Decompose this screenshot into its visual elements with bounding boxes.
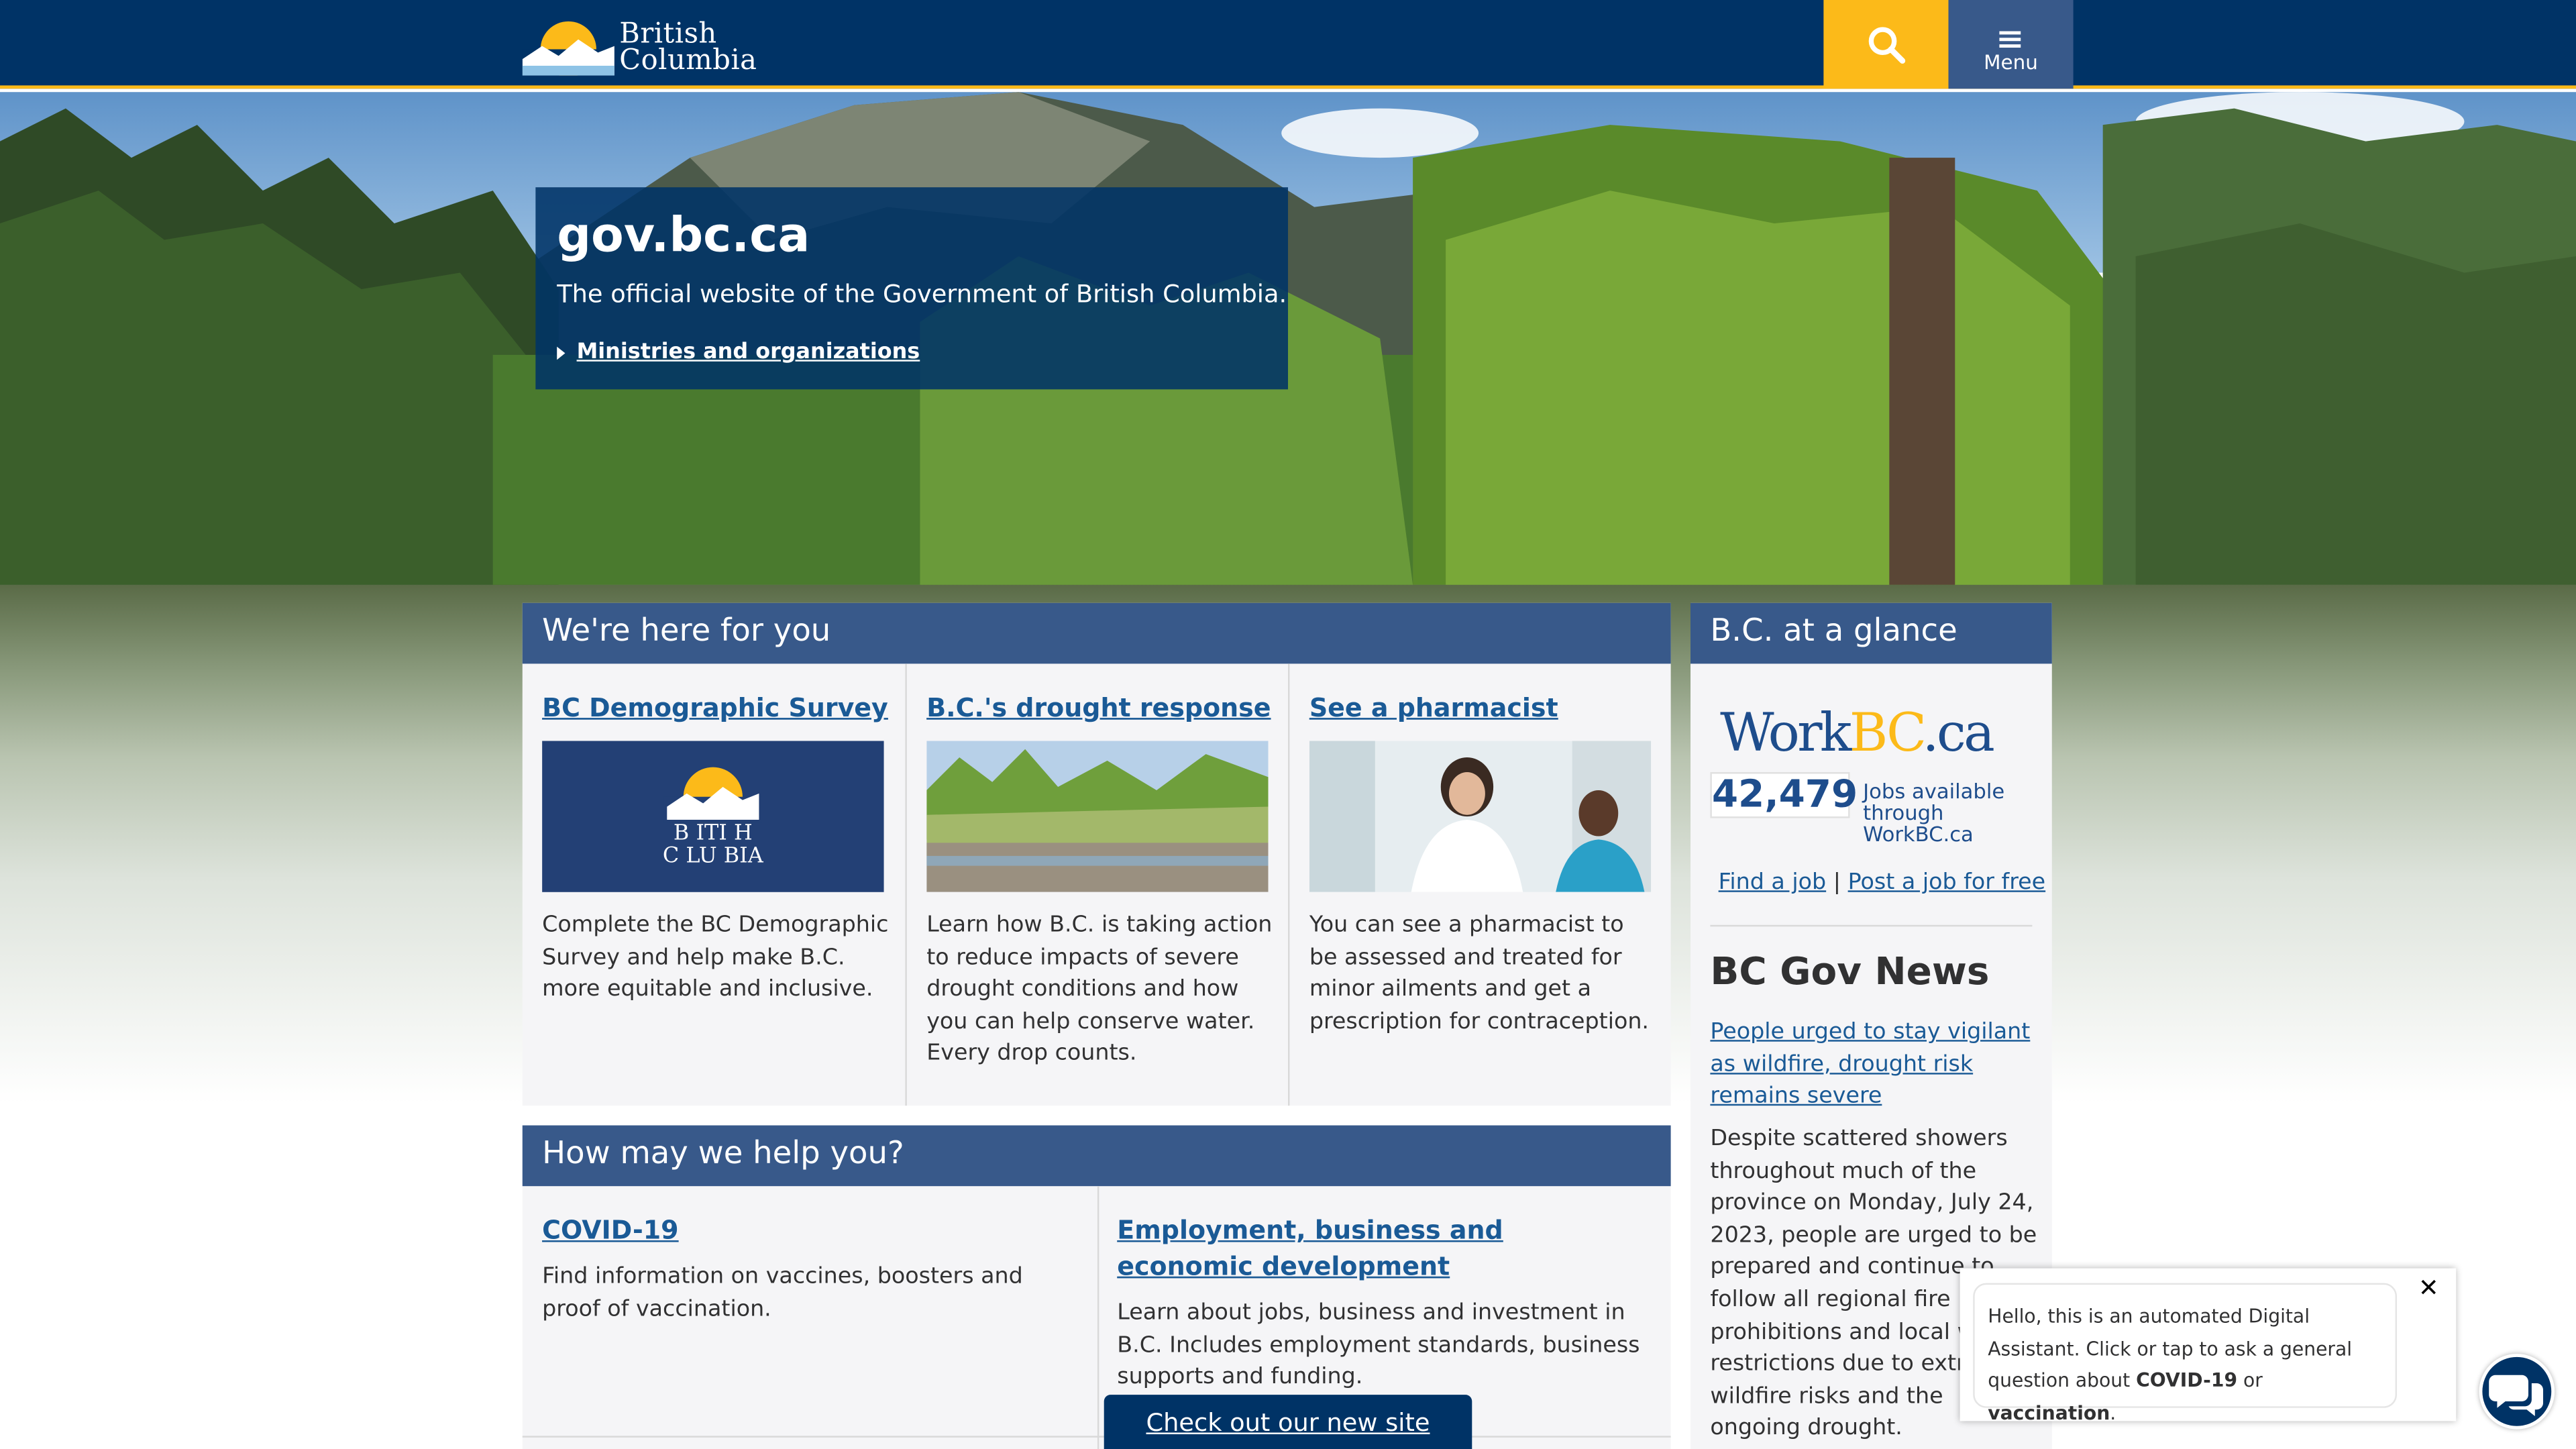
jobs-links: Find a job | Post a job for free <box>1719 869 2046 896</box>
card-text: Complete the BC Demographic Survey and h… <box>542 912 889 1003</box>
menu-button[interactable]: Menu <box>1948 0 2074 89</box>
ministries-link[interactable]: Ministries and organizations <box>577 340 920 365</box>
panel-title: How may we help you? <box>522 1125 1671 1187</box>
logo-text-line2: C LU BIA <box>662 844 763 869</box>
keyword-covid: COVID-19 <box>2136 1368 2238 1392</box>
logo-line2: Columbia <box>619 44 757 78</box>
workbc-ca: .ca <box>1922 701 1995 764</box>
card-text: Learn how B.C. is taking action to reduc… <box>926 912 1273 1067</box>
news-headline-link[interactable]: People urged to stay vigilant as wildfir… <box>1710 1017 2039 1114</box>
digital-assistant-popup[interactable]: Hello, this is an automated Digital Assi… <box>1960 1268 2457 1424</box>
river-image <box>926 741 1269 892</box>
divider <box>1288 663 1290 1106</box>
workbc-logo[interactable]: WorkBC.ca <box>1720 701 1995 764</box>
site-subtitle: The official website of the Government o… <box>557 279 1287 309</box>
help-text: Find information on vaccines, boosters a… <box>542 1263 1023 1322</box>
divider <box>905 663 907 1106</box>
post-job-link[interactable]: Post a job for free <box>1848 869 2046 896</box>
jobs-label: Jobs available through WorkBC.ca <box>1863 778 2005 847</box>
find-job-link[interactable]: Find a job <box>1719 869 1827 896</box>
bc-logo[interactable]: British Columbia <box>522 13 769 79</box>
bc-sun-logo-icon <box>663 767 763 823</box>
jobs-count: 42,479 <box>1710 772 1858 818</box>
chat-launcher-button[interactable] <box>2479 1353 2555 1430</box>
here-for-you-panel: We're here for you BC Demographic Survey… <box>522 602 1671 1106</box>
card-drought-response: B.C.'s drought response Learn how B.C. i… <box>926 663 1275 1106</box>
logo-text-line1: B ITI H <box>673 821 753 847</box>
panel-title: We're here for you <box>522 602 1671 664</box>
river-photo[interactable] <box>926 741 1269 892</box>
pharmacist-photo[interactable] <box>1309 741 1652 892</box>
divider <box>1097 1186 1099 1449</box>
card-title-link[interactable]: See a pharmacist <box>1309 693 1558 722</box>
how-may-we-help-panel: How may we help you? COVID-19 Find infor… <box>522 1125 1671 1449</box>
assistant-text-end: . <box>2110 1400 2116 1424</box>
new-site-button[interactable]: Check out our new site <box>1104 1395 1472 1449</box>
pharmacist-image <box>1309 741 1652 892</box>
close-icon[interactable]: ✕ <box>2418 1273 2439 1303</box>
help-text: Learn about jobs, business and investmen… <box>1117 1299 1640 1391</box>
card-demographic-survey: BC Demographic Survey B ITI H C LU BIA C… <box>542 663 890 1106</box>
news-heading: BC Gov News <box>1710 951 1990 994</box>
card-title-link[interactable]: B.C.'s drought response <box>926 693 1271 722</box>
card-text: You can see a pharmacist to be assessed … <box>1309 912 1650 1035</box>
search-button[interactable] <box>1823 0 1949 89</box>
workbc-bc: BC <box>1849 701 1925 764</box>
panel-title: B.C. at a glance <box>1690 602 2052 664</box>
help-title-link[interactable]: COVID-19 <box>542 1216 678 1245</box>
help-title-link[interactable]: Employment, business and economic develo… <box>1117 1216 1503 1281</box>
help-item-covid: COVID-19 Find information on vaccines, b… <box>542 1186 1081 1449</box>
menu-label: Menu <box>1984 50 2038 74</box>
bc-logo-image[interactable]: B ITI H C LU BIA <box>542 741 884 892</box>
link-separator: | <box>1833 869 1841 896</box>
keyword-vaccination: vaccination <box>1988 1400 2110 1424</box>
assistant-message[interactable]: Hello, this is an automated Digital Assi… <box>1973 1283 2398 1424</box>
chat-bubbles-icon <box>2489 1375 2544 1417</box>
site-title: gov.bc.ca <box>557 207 810 263</box>
intro-box: gov.bc.ca The official website of the Go… <box>535 187 1288 390</box>
site-header: British Columbia Menu <box>0 0 2576 89</box>
caret-right-icon <box>557 346 566 360</box>
assistant-text-or: or <box>2237 1368 2263 1392</box>
hamburger-icon <box>1999 31 2021 51</box>
bc-sun-logo-icon <box>522 21 614 76</box>
divider <box>1710 924 2033 927</box>
search-icon <box>1868 27 1906 64</box>
card-pharmacist: See a pharmacist You can see a pharmacis… <box>1309 663 1658 1106</box>
card-title-link[interactable]: BC Demographic Survey <box>542 693 888 722</box>
workbc-work: Work <box>1720 701 1851 764</box>
